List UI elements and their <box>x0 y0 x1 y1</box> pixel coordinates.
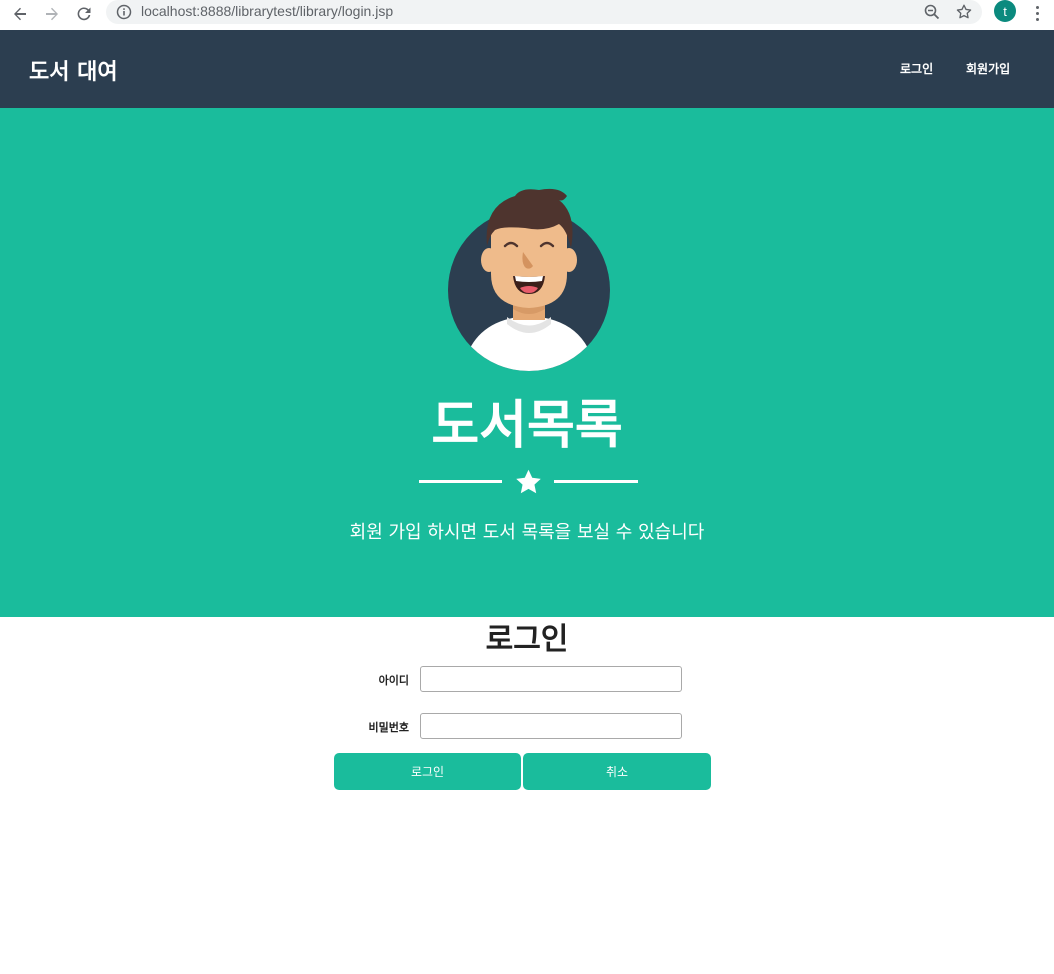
hero-subtitle: 회원 가입 하시면 도서 목록을 보실 수 있습니다 <box>349 522 705 543</box>
forward-icon[interactable] <box>40 2 64 26</box>
back-icon[interactable] <box>8 2 32 26</box>
browser-toolbar: localhost:8888/librarytest/library/login… <box>0 0 1054 31</box>
cancel-button[interactable]: 취소 <box>523 753 711 790</box>
login-button[interactable]: 로그인 <box>334 753 521 790</box>
password-input[interactable] <box>420 713 682 739</box>
star-icon <box>516 469 541 494</box>
divider-line-right <box>554 480 638 483</box>
site-navbar: 도서 대여 로그인 회원가입 <box>0 30 1054 108</box>
zoom-out-icon[interactable] <box>922 2 942 22</box>
bookmark-star-icon[interactable] <box>954 2 974 22</box>
more-menu-icon[interactable] <box>1028 2 1046 24</box>
id-label: 아이디 <box>378 674 409 687</box>
url-text: localhost:8888/librarytest/library/login… <box>141 3 394 19</box>
profile-avatar[interactable]: t <box>994 0 1016 22</box>
user-avatar-illustration <box>448 188 610 371</box>
hero-title: 도서목록 <box>431 396 623 456</box>
info-icon[interactable] <box>116 4 132 20</box>
id-input[interactable] <box>420 666 682 692</box>
divider-line-left <box>419 480 502 483</box>
reload-icon[interactable] <box>72 2 96 26</box>
password-label: 비밀번호 <box>368 721 409 734</box>
nav-link-login[interactable]: 로그인 <box>900 60 933 77</box>
address-bar[interactable]: localhost:8888/librarytest/library/login… <box>106 0 982 24</box>
login-heading: 로그인 <box>485 622 569 657</box>
nav-link-signup[interactable]: 회원가입 <box>966 60 1010 77</box>
brand-title[interactable]: 도서 대여 <box>29 54 118 86</box>
hero-section: 도서목록 회원 가입 하시면 도서 목록을 보실 수 있습니다 <box>0 108 1054 617</box>
